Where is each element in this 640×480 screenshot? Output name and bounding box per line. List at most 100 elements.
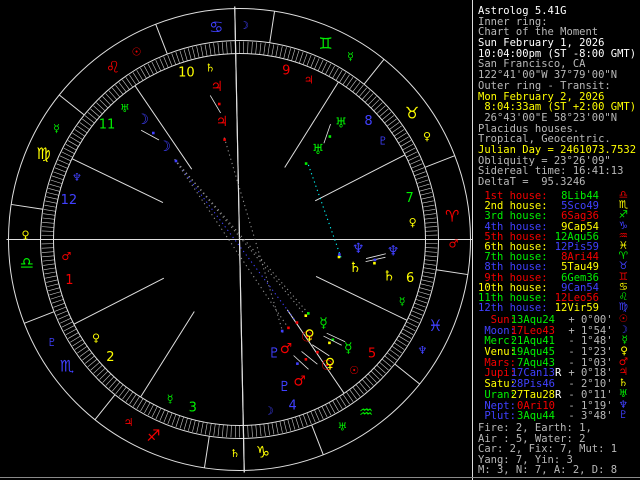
degree-tick	[204, 422, 208, 435]
pointer-dot-outer-venus	[328, 341, 331, 345]
natal-planet-mars: ♂	[280, 341, 293, 357]
degree-tick	[295, 50, 300, 63]
degree-tick	[163, 56, 169, 68]
planet-label: Uran:	[478, 388, 516, 401]
degree-tick	[325, 404, 332, 416]
natal-planet-mercury: ☿	[319, 316, 328, 332]
sign-glyph-libra: ♎	[20, 253, 34, 272]
degree-tick	[179, 416, 184, 429]
degree-tick	[418, 291, 430, 296]
pointer-dot-inner-mars	[287, 326, 290, 330]
aspect-saturn-uranus	[306, 161, 342, 258]
leader-line-mercury	[326, 332, 346, 343]
degree-tick	[411, 310, 423, 316]
degree-tick	[221, 42, 224, 55]
house-ruler-icon-5: ☉	[349, 364, 359, 377]
pointer-dot-inner-sun	[295, 321, 299, 324]
house-number-8: 8	[364, 114, 372, 129]
degree-tick	[302, 53, 308, 65]
pointer-dot-outer-sun	[316, 350, 319, 354]
degree-tick	[314, 58, 320, 70]
degree-tick	[402, 328, 414, 335]
degree-tick	[175, 415, 181, 428]
degree-tick	[196, 421, 200, 433]
transit-planet-venus: ♀	[325, 356, 335, 372]
planet-velocity: - 3°48'	[562, 410, 613, 423]
sign-glyph-cancer: ♋	[209, 17, 223, 36]
degree-tick	[147, 63, 154, 75]
degree-tick	[291, 417, 296, 430]
planet-icon: ♀	[620, 345, 628, 358]
degree-tick	[419, 187, 431, 192]
degree-tick	[175, 51, 180, 64]
pointer-dot-inner-mercury	[307, 312, 310, 315]
planet-positions-list: Sun:13Aqu24 + 0°00' ☉ Moon:17Leo43 + 1°54…	[478, 314, 640, 423]
degree-tick	[424, 217, 437, 220]
pointer-dot-outer-uranus	[328, 135, 332, 138]
info-panel: Astrolog 5.41G Inner ring: Chart of the Mo…	[474, 0, 640, 480]
degree-tick	[314, 409, 320, 421]
house-number-7: 7	[405, 191, 413, 206]
house-ruler-icon-9: ♃	[304, 73, 314, 86]
degree-tick	[302, 414, 308, 426]
degree-tick	[425, 230, 438, 232]
degree-tick	[163, 411, 169, 423]
info-line-16: DeltaT = 95.3246	[478, 176, 586, 188]
degree-tick	[42, 259, 55, 262]
transit-planet-jupiter: ♃	[210, 79, 223, 95]
degree-tick	[424, 255, 437, 257]
degree-tick	[251, 425, 253, 438]
degree-tick	[53, 302, 65, 308]
degree-tick	[42, 222, 55, 224]
house-ruler-icon-12: ♆	[72, 171, 82, 184]
degree-tick	[423, 267, 436, 270]
degree-tick	[183, 49, 188, 62]
aspect-moon-sun	[174, 159, 299, 325]
degree-tick	[136, 398, 144, 409]
degree-tick	[414, 302, 426, 308]
degree-tick	[56, 163, 68, 169]
stats-line-0: Fire: 2, Earth: 1,	[478, 422, 592, 434]
degree-tick	[271, 44, 275, 57]
degree-tick	[144, 402, 151, 414]
house-ruler-icon-4: ☽	[264, 405, 274, 418]
pointer-dot-inner-moon	[174, 159, 178, 163]
degree-tick	[310, 411, 316, 423]
zodiac-sign-icon: ♍	[618, 301, 628, 314]
degree-tick	[404, 147, 416, 154]
degree-tick	[421, 196, 433, 200]
degree-tick	[70, 335, 81, 343]
sign-glyph-leo: ♌	[106, 57, 120, 76]
degree-tick	[45, 275, 58, 279]
house-ruler-icon-6: ☿	[399, 295, 406, 308]
degree-tick	[67, 140, 79, 147]
chart-wheel: ♈ ♂ ♉ ♀ ♊ ☿ ♋ ☽ ♌ ☉ ♍ ☿ ♎ ♀ ♏ ♇ ♐ ♃ ♑ ♄ ♒ ♅ ♓ ♆ 1 ♂ 2 ♀ 3 ☿ 4 ☽ 5 ☉ 6 ☿ 7 ♀ 8 ♇…	[0, 0, 473, 480]
house-number-3: 3	[189, 401, 197, 416]
degree-tick	[414, 171, 426, 177]
degree-tick	[247, 41, 249, 54]
planet-position-value: 3Aqu44	[510, 410, 555, 423]
sign-glyph-virgo: ♍	[36, 144, 50, 163]
house-number-4: 4	[289, 399, 297, 414]
sign-ruler-icon-cancer: ☽	[239, 19, 249, 32]
degree-tick	[417, 183, 430, 188]
degree-tick	[72, 339, 83, 347]
sign-glyph-aquarius: ♒	[359, 403, 373, 422]
sign-divider	[424, 155, 455, 168]
degree-tick	[310, 56, 316, 68]
sign-ruler-icon-capricorn: ♄	[230, 447, 240, 460]
transit-planet-moon: ☽	[136, 112, 149, 128]
house-ruler-icon-1: ♂	[61, 250, 71, 263]
degree-tick	[209, 43, 212, 56]
degree-tick	[275, 45, 279, 58]
house-cusp-3	[140, 311, 195, 398]
house-row-8: 8th house: 5Tau49 ♉	[478, 261, 640, 272]
degree-tick	[267, 43, 270, 56]
degree-tick	[275, 421, 279, 434]
house-cusp-value: 12Vir59	[554, 302, 599, 315]
planet-label: Plut:	[478, 410, 516, 423]
sign-divider	[436, 269, 468, 276]
house-number-11: 11	[99, 118, 116, 133]
degree-tick	[425, 247, 438, 249]
degree-tick	[279, 421, 283, 433]
